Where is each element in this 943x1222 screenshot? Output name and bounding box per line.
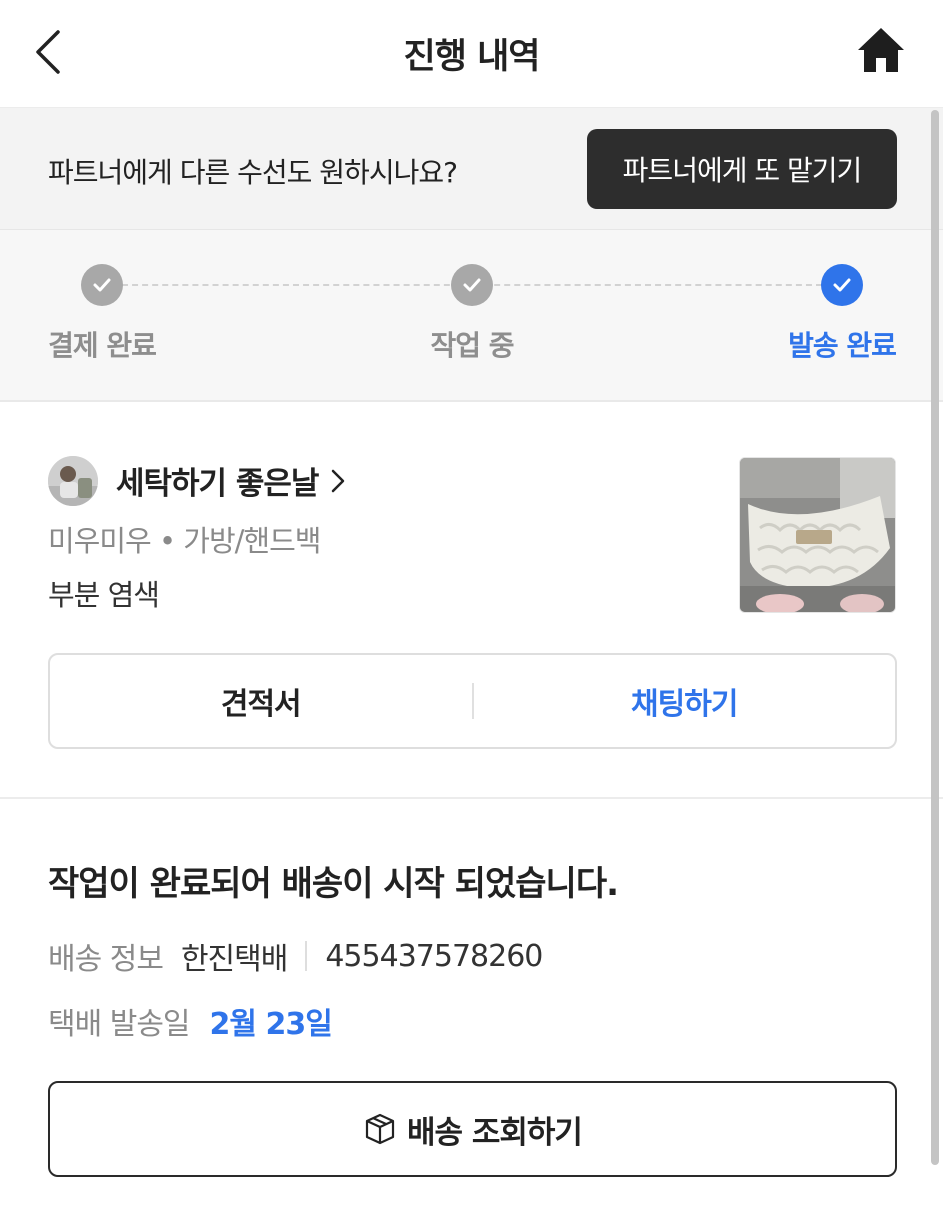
partner-banner: 파트너에게 다른 수선도 원하시나요? 파트너에게 또 맡기기	[0, 108, 943, 230]
repair-service: 부분 염색	[48, 578, 160, 612]
item-category: 미우미우 • 가방/핸드백	[48, 524, 321, 558]
home-button[interactable]	[854, 24, 908, 78]
ship-date-value: 2월 23일	[209, 1007, 333, 1042]
shipping-info-row: 배송 정보 한진택배 455437578260	[48, 934, 543, 978]
order-actions: 견적서 채팅하기	[48, 653, 897, 749]
step-label-shipped: 발송 완료	[788, 329, 897, 362]
request-again-button[interactable]: 파트너에게 또 맡기기	[587, 129, 897, 209]
chevron-right-icon	[332, 469, 345, 492]
track-delivery-label: 배송 조회하기	[407, 1114, 583, 1151]
track-delivery-button[interactable]: 배송 조회하기	[48, 1081, 897, 1177]
page-title: 진행 내역	[403, 37, 541, 77]
shipping-section: 작업이 완료되어 배송이 시작 되었습니다. 배송 정보 한진택배 455437…	[0, 800, 943, 1222]
tracking-number: 455437578260	[325, 938, 543, 974]
progress-stepper: 결제 완료 작업 중 발송 완료	[0, 230, 943, 402]
home-icon	[858, 28, 904, 72]
info-divider	[305, 941, 308, 971]
scrollbar[interactable]	[931, 110, 939, 1165]
package-icon	[365, 1113, 395, 1145]
shipping-status-message: 작업이 완료되어 배송이 시작 되었습니다.	[48, 864, 619, 904]
order-card: 세탁하기 좋은날 미우미우 • 가방/핸드백 부분 염색 견적서 채팅하기	[0, 404, 943, 799]
shipping-info-label: 배송 정보	[48, 942, 164, 977]
partner-avatar	[48, 456, 98, 506]
item-photo[interactable]	[739, 457, 896, 613]
step-working-check-icon	[451, 264, 493, 306]
partner-shop-link[interactable]: 세탁하기 좋은날	[116, 458, 346, 503]
step-label-working: 작업 중	[430, 329, 514, 362]
carrier-name: 한진택배	[180, 942, 288, 977]
ship-date-row: 택배 발송일 2월 23일	[48, 999, 333, 1043]
ship-date-label: 택배 발송일	[48, 1007, 191, 1042]
chat-button[interactable]: 채팅하기	[474, 655, 896, 747]
step-payment-done-check-icon	[81, 264, 123, 306]
step-shipped-check-icon	[821, 264, 863, 306]
partner-shop-name: 세탁하기 좋은날	[116, 466, 319, 502]
quote-button[interactable]: 견적서	[50, 655, 472, 747]
top-app-bar: 진행 내역	[0, 0, 943, 108]
step-label-payment: 결제 완료	[48, 329, 157, 362]
banner-text: 파트너에게 다른 수선도 원하시나요?	[48, 156, 458, 189]
